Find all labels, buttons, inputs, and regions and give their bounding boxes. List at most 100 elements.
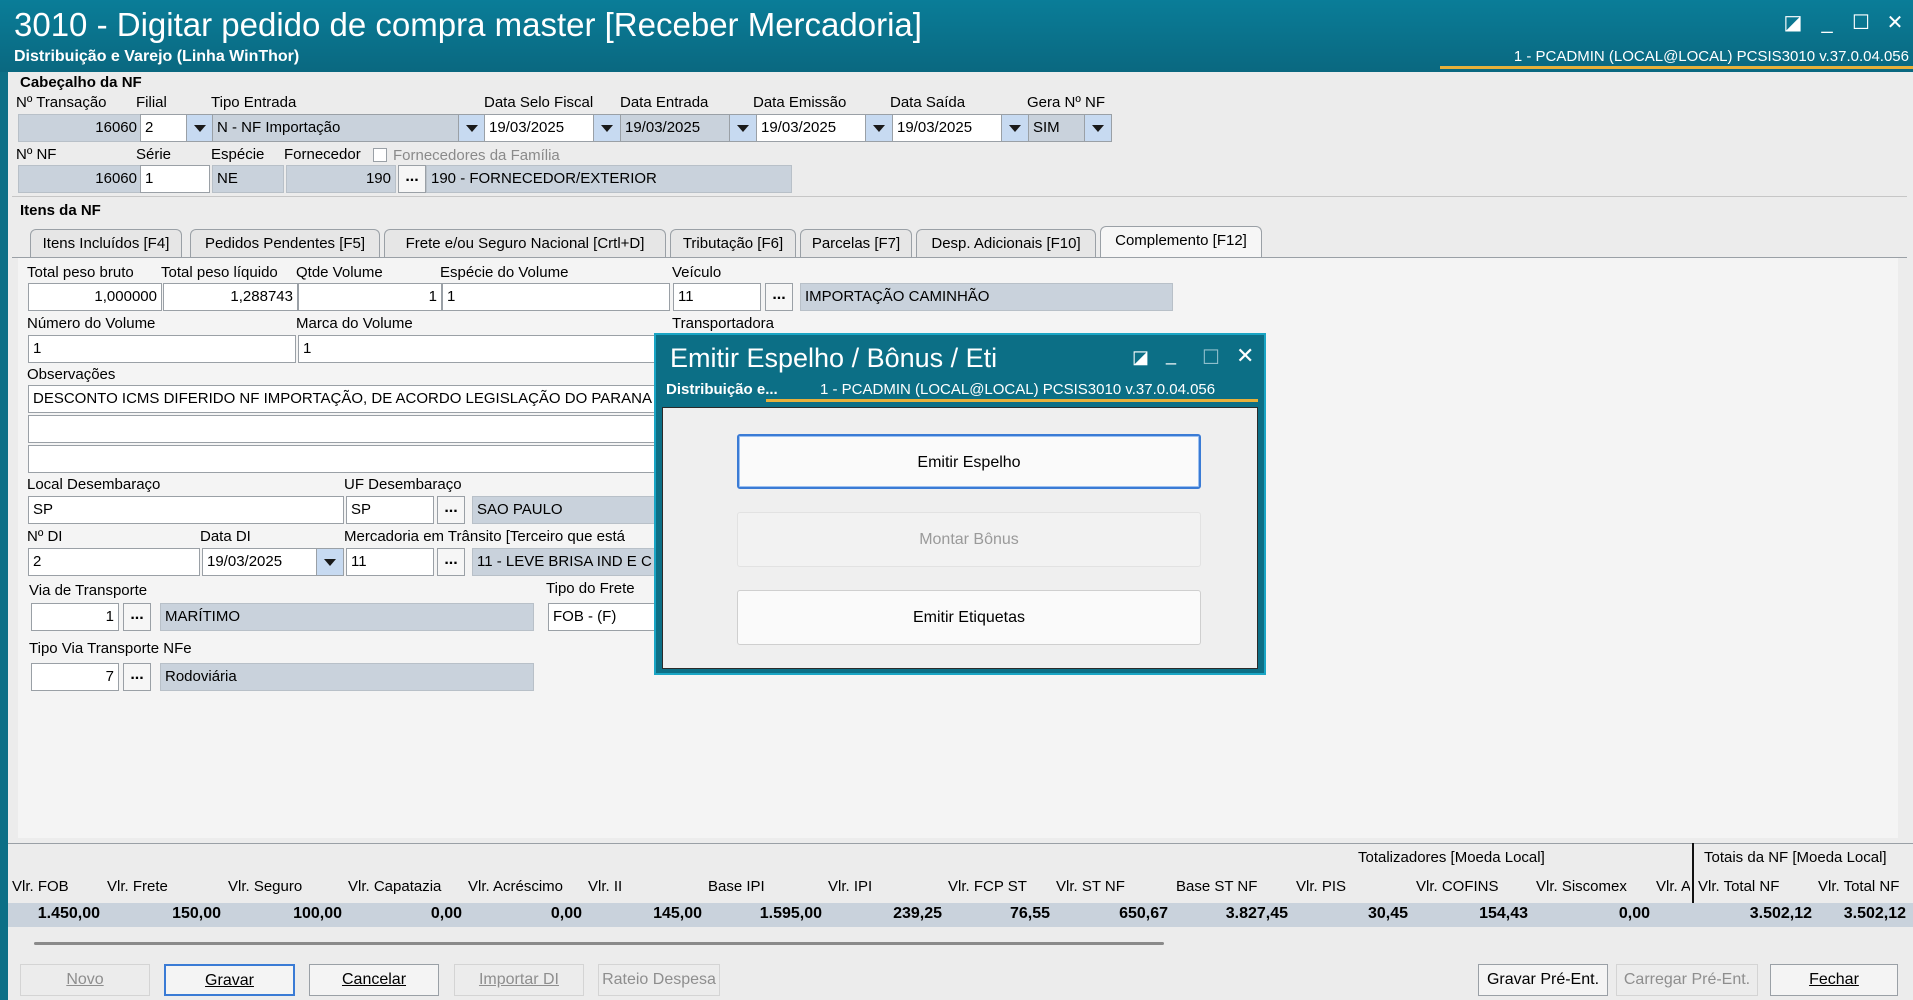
minimize-icon[interactable]: _	[1812, 10, 1842, 36]
items-section-title: Itens da NF	[20, 202, 101, 219]
gravar-pre-ent-button[interactable]: Gravar Pré-Ent.	[1478, 964, 1608, 996]
cancelar-button[interactable]: Cancelar	[309, 964, 439, 996]
data-emissao-field[interactable]: 19/03/2025	[756, 114, 893, 142]
tipo-frete-field[interactable]: FOB - (F)	[548, 603, 658, 631]
numero-volume-field[interactable]: 1	[28, 335, 296, 363]
chevron-down-icon[interactable]	[186, 115, 213, 141]
data-entrada-label: Data Entrada	[620, 94, 709, 111]
chevron-down-icon[interactable]	[1084, 115, 1111, 141]
familia-checkbox[interactable]	[373, 148, 387, 162]
tipo-entrada-label: Tipo Entrada	[211, 94, 297, 111]
transacao-field[interactable]: 16060	[18, 114, 142, 142]
di-label: Nº DI	[27, 528, 63, 545]
observacoes-line1[interactable]: DESCONTO ICMS DIFERIDO NF IMPORTAÇÃO, DE…	[28, 385, 658, 413]
uf-lookup-button[interactable]: ...	[437, 496, 465, 524]
data-di-field[interactable]: 19/03/2025	[202, 548, 344, 576]
carregar-pre-ent-button[interactable]: Carregar Pré-Ent.	[1616, 964, 1758, 996]
fornecedor-lookup-button[interactable]: ...	[398, 165, 426, 193]
gera-nf-label: Gera Nº NF	[1027, 94, 1105, 111]
totals-group-local: Totalizadores [Moeda Local]	[1358, 849, 1545, 866]
tipo-entrada-select[interactable]: N - NF Importação	[212, 114, 486, 142]
tab-pedidos-pendentes[interactable]: Pedidos Pendentes [F5]	[190, 229, 380, 257]
local-desembaraco-field[interactable]: SP	[28, 496, 344, 524]
importar-di-button[interactable]: Importar DI	[454, 964, 584, 996]
chevron-down-icon[interactable]	[593, 115, 620, 141]
peso-liquido-field[interactable]: 1,288743	[163, 283, 298, 311]
restore-icon[interactable]: ◪	[1132, 347, 1149, 368]
marca-volume-label: Marca do Volume	[296, 315, 413, 332]
gravar-button[interactable]: Gravar	[164, 964, 295, 996]
tab-tributacao[interactable]: Tributação [F6]	[670, 229, 796, 257]
veiculo-name-field: IMPORTAÇÃO CAMINHÃO	[800, 283, 1173, 311]
total-header: Vlr. II	[588, 878, 623, 895]
total-header: Vlr. IPI	[828, 878, 873, 895]
via-transporte-lookup-button[interactable]: ...	[123, 603, 151, 631]
data-selo-field[interactable]: 19/03/2025	[484, 114, 621, 142]
dialog-user-info: 1 - PCADMIN (LOCAL@LOCAL) PCSIS3010 v.37…	[820, 381, 1216, 398]
maximize-icon[interactable]: ☐	[1846, 10, 1876, 36]
veiculo-lookup-button[interactable]: ...	[765, 283, 793, 311]
total-header: Vlr. Acréscimo	[468, 878, 564, 895]
nf-field[interactable]: 16060	[18, 165, 142, 193]
uf-desembaraco-code-field[interactable]: SP	[346, 496, 434, 524]
filial-select[interactable]: 2	[140, 114, 214, 142]
chevron-down-icon[interactable]	[865, 115, 892, 141]
rateio-despesa-button[interactable]: Rateio Despesa	[598, 964, 720, 996]
restore-icon[interactable]: ◪	[1778, 10, 1808, 36]
data-saida-field[interactable]: 19/03/2025	[892, 114, 1029, 142]
tipo-via-name-field: Rodoviária	[160, 663, 534, 691]
minimize-icon[interactable]: _	[1166, 345, 1176, 366]
gravar-label: Gravar	[205, 972, 254, 989]
tab-complemento[interactable]: Complemento [F12]	[1100, 226, 1262, 257]
data-emissao-value: 19/03/2025	[761, 119, 837, 136]
dialog-accent-line	[766, 399, 1258, 402]
total-value: 150,00	[172, 905, 221, 922]
montar-bonus-button[interactable]: Montar Bônus	[737, 512, 1201, 567]
chevron-down-icon[interactable]	[729, 115, 756, 141]
emitir-etiquetas-button[interactable]: Emitir Etiquetas	[737, 590, 1201, 645]
maximize-icon[interactable]: ☐	[1202, 345, 1220, 370]
total-value: 100,00	[293, 905, 342, 922]
data-entrada-value: 19/03/2025	[625, 119, 701, 136]
veiculo-code-field[interactable]: 11	[673, 283, 761, 311]
mercadoria-lookup-button[interactable]: ...	[437, 548, 465, 576]
tab-itens-incluidos[interactable]: Itens Incluídos [F4]	[30, 229, 182, 257]
total-value: 145,00	[653, 905, 702, 922]
marca-volume-field[interactable]: 1	[298, 335, 658, 363]
peso-bruto-field[interactable]: 1,000000	[28, 283, 162, 311]
via-transporte-code-field[interactable]: 1	[31, 603, 119, 631]
especie-field[interactable]: NE	[212, 165, 284, 193]
fornecedor-label: Fornecedor	[284, 146, 361, 163]
tipo-via-lookup-button[interactable]: ...	[123, 663, 151, 691]
novo-button[interactable]: Novo	[20, 964, 150, 996]
gera-nf-select[interactable]: SIM	[1028, 114, 1112, 142]
local-desembaraco-label: Local Desembaraço	[27, 476, 161, 493]
close-icon[interactable]: ✕	[1236, 343, 1254, 369]
total-nf-header: Vlr. Total NF	[1698, 878, 1780, 895]
total-value: 650,67	[1119, 905, 1168, 922]
observacoes-line3[interactable]	[28, 445, 658, 473]
di-field[interactable]: 2	[28, 548, 200, 576]
tab-frete-seguro[interactable]: Frete e/ou Seguro Nacional [Crtl+D]	[384, 229, 666, 257]
qtde-volume-field[interactable]: 1	[298, 283, 442, 311]
close-icon[interactable]: ✕	[1880, 10, 1910, 36]
emitir-dialog: Emitir Espelho / Bônus / Eti ◪ _ ☐ ✕ Dis…	[654, 333, 1266, 675]
serie-field[interactable]: 1	[140, 165, 210, 193]
fechar-button[interactable]: Fechar	[1770, 964, 1898, 996]
emitir-espelho-button[interactable]: Emitir Espelho	[737, 434, 1201, 489]
gera-nf-value: SIM	[1033, 119, 1060, 136]
fornecedor-name-field: 190 - FORNECEDOR/EXTERIOR	[426, 165, 792, 193]
data-entrada-field[interactable]: 19/03/2025	[620, 114, 757, 142]
fornecedor-code-field[interactable]: 190	[286, 165, 396, 193]
chevron-down-icon[interactable]	[316, 549, 343, 575]
observacoes-line2[interactable]	[28, 415, 658, 443]
mercadoria-transito-code-field[interactable]: 11	[346, 548, 434, 576]
horizontal-scrollbar[interactable]	[34, 942, 1164, 945]
tipo-via-code-field[interactable]: 7	[31, 663, 119, 691]
tab-desp-adicionais[interactable]: Desp. Adicionais [F10]	[916, 229, 1096, 257]
especie-volume-field[interactable]: 1	[442, 283, 670, 311]
tab-parcelas[interactable]: Parcelas [F7]	[800, 229, 912, 257]
total-header: Vlr. Capatazia	[348, 878, 442, 895]
chevron-down-icon[interactable]	[1001, 115, 1028, 141]
chevron-down-icon[interactable]	[458, 115, 485, 141]
